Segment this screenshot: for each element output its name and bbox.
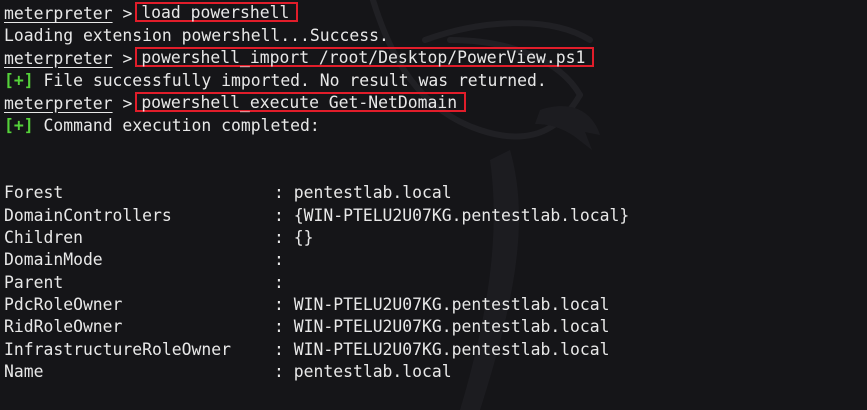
domain-row: Children: {} (4, 227, 629, 249)
domain-row: RidRoleOwner: WIN-PTELU2U07KG.pentestlab… (4, 316, 629, 338)
command-line: meterpreter > powershell_execute Get-NetD… (4, 91, 629, 115)
success-marker: [+] (4, 71, 34, 91)
domain-key: Forest (4, 183, 64, 203)
separator: : (274, 272, 284, 292)
command-text: powershell_import /root/Desktop/PowerVie… (141, 47, 586, 67)
domain-row: InfrastructureRoleOwner: WIN-PTELU2U07KG… (4, 339, 629, 361)
command-text: load powershell (141, 3, 290, 22)
prompt: meterpreter (4, 48, 113, 68)
prompt-symbol: > (122, 93, 133, 113)
separator: : (274, 227, 284, 247)
success-marker: [+] (4, 115, 34, 135)
domain-key: DomainControllers (4, 205, 172, 225)
domain-value: WIN-PTELU2U07KG.pentestlab.local (293, 295, 610, 315)
status-line: [+] File successfully imported. No resul… (4, 70, 629, 92)
domain-key: InfrastructureRoleOwner (4, 339, 231, 359)
command-text: powershell_execute Get-NetDomain (141, 92, 458, 112)
command-highlight: load powershell (135, 2, 299, 22)
domain-value: pentestlab.local (293, 183, 452, 203)
domain-row: DomainMode: (4, 249, 629, 271)
status-text: File successfully imported. No result wa… (43, 71, 547, 91)
separator: : (274, 339, 284, 359)
domain-row: PdcRoleOwner: WIN-PTELU2U07KG.pentestlab… (4, 294, 629, 316)
command-line: meterpreter > powershell_import /root/Des… (4, 46, 629, 70)
domain-value: {} (293, 227, 314, 247)
status-line: [+] Command execution completed: (4, 115, 629, 137)
prompt-symbol: > (122, 48, 133, 68)
command-line: meterpreter > load powershell (4, 2, 629, 25)
domain-row: Name: pentestlab.local (4, 361, 629, 383)
domain-key: Name (4, 362, 44, 382)
prompt-symbol: > (122, 4, 133, 23)
separator: : (274, 317, 284, 337)
domain-key: Parent (4, 272, 64, 292)
domain-value: WIN-PTELU2U07KG.pentestlab.local (293, 317, 610, 337)
domain-key: Children (4, 227, 83, 247)
domain-key: RidRoleOwner (4, 317, 123, 337)
domain-value: {WIN-PTELU2U07KG.pentestlab.local} (293, 205, 630, 225)
separator: : (274, 362, 284, 382)
domain-value: WIN-PTELU2U07KG.pentestlab.local (293, 339, 610, 359)
domain-key: DomainMode (4, 250, 103, 270)
output-line: Loading extension powershell...Success. (4, 25, 629, 47)
status-text: Command execution completed: (43, 115, 320, 135)
separator: : (274, 205, 284, 225)
prompt: meterpreter (4, 4, 113, 23)
output-text: Loading extension powershell...Success. (4, 26, 389, 46)
terminal-output: meterpreter > load powershell Loading ext… (4, 2, 629, 384)
domain-row: DomainControllers: {WIN-PTELU2U07KG.pent… (4, 205, 629, 227)
domain-row: Parent: (4, 272, 629, 294)
separator: : (274, 183, 284, 203)
domain-value: pentestlab.local (293, 362, 452, 382)
separator: : (274, 250, 284, 270)
command-highlight: powershell_import /root/Desktop/PowerVie… (135, 46, 595, 67)
prompt: meterpreter (4, 93, 113, 113)
separator: : (274, 295, 284, 315)
command-highlight: powershell_execute Get-NetDomain (135, 91, 467, 112)
domain-row: Forest: pentestlab.local (4, 182, 629, 204)
terminal-window[interactable]: meterpreter > load powershell Loading ext… (0, 0, 867, 410)
domain-key: PdcRoleOwner (4, 295, 123, 315)
